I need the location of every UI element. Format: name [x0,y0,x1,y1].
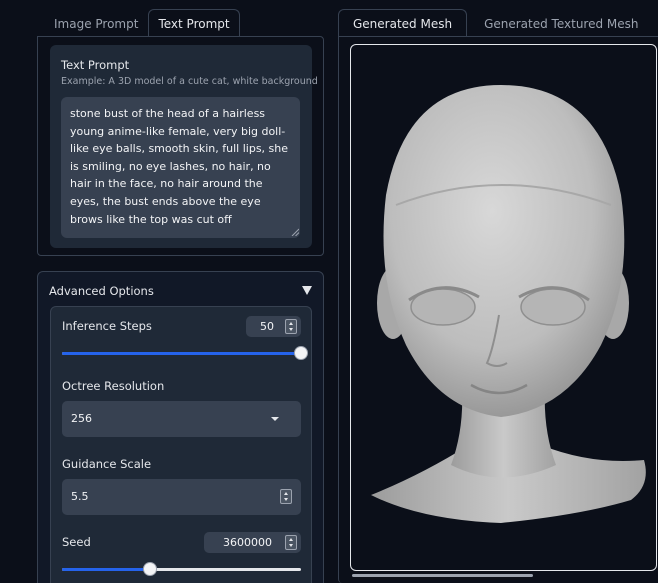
output-tabs: Generated Mesh Generated Textured Mesh [338,9,656,37]
horizontal-scrollbar[interactable] [352,574,533,577]
guidance-scale-value: 5.5 [71,490,89,503]
mesh-bust-render[interactable] [351,45,657,571]
advanced-options-body: Inference Steps 50 Octree Resolution 256… [50,306,312,583]
inference-steps-slider-fill [62,352,301,355]
inference-steps-slider-thumb[interactable] [294,346,308,360]
octree-resolution-label: Octree Resolution [62,379,165,393]
collapse-triangle-icon[interactable] [302,286,312,295]
tab-image-prompt[interactable]: Image Prompt [44,9,148,37]
octree-resolution-select[interactable]: 256 [62,401,301,437]
text-prompt-block: Text Prompt Example: A 3D model of a cut… [50,45,318,248]
mesh-viewer[interactable] [350,44,657,571]
dropdown-caret-icon [271,417,279,421]
seed-value: 3600000 [223,536,272,549]
mesh-output-panel [338,36,658,583]
input-tabs: Image Prompt Text Prompt [44,9,240,37]
tab-generated-textured-mesh[interactable]: Generated Textured Mesh [467,9,655,37]
text-prompt-input[interactable]: stone bust of the head of a hairless you… [61,97,300,238]
text-prompt-info: Example: A 3D model of a cute cat, white… [61,76,318,87]
advanced-options-panel: Advanced Options Inference Steps 50 Octr… [37,271,324,583]
guidance-scale-input[interactable]: 5.5 [62,479,301,515]
tab-generated-mesh[interactable]: Generated Mesh [338,9,468,37]
octree-resolution-value: 256 [71,412,92,425]
tab-text-prompt[interactable]: Text Prompt [148,9,240,37]
seed-input[interactable]: 3600000 [204,532,301,553]
guidance-scale-label: Guidance Scale [62,457,152,471]
seed-label: Seed [62,535,91,549]
inference-steps-input[interactable]: 50 [246,316,301,337]
resize-handle-icon[interactable] [291,228,299,236]
stepper-icon[interactable] [285,535,297,550]
seed-slider[interactable] [62,562,301,576]
inference-steps-label: Inference Steps [62,319,152,333]
stepper-icon[interactable] [280,489,292,504]
text-prompt-label: Text Prompt [61,58,130,72]
inference-steps-slider[interactable] [62,346,308,360]
text-prompt-panel: Text Prompt Example: A 3D model of a cut… [37,36,324,256]
seed-slider-thumb[interactable] [143,562,157,576]
seed-slider-fill [62,568,150,571]
inference-steps-value: 50 [260,320,274,333]
stepper-icon[interactable] [285,319,297,334]
advanced-options-title[interactable]: Advanced Options [49,284,154,298]
